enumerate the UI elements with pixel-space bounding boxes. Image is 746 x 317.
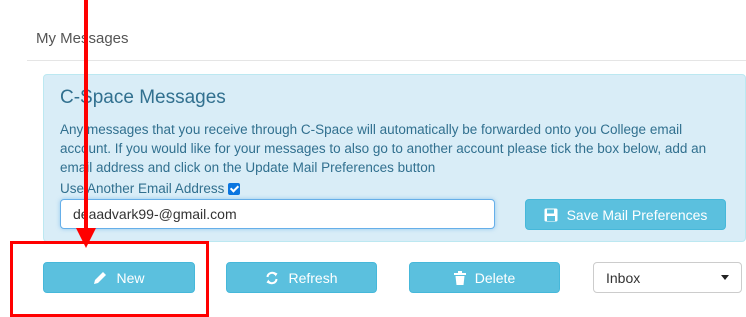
delete-label: Delete [474,269,516,286]
folder-select[interactable]: Inbox [593,262,742,293]
mail-preferences-panel: C-Space Messages Any messages that you r… [43,74,746,242]
refresh-label: Refresh [288,269,338,286]
annotation-highlight-box [10,241,209,317]
trash-icon [453,270,466,285]
another-email-checkbox-label: Use Another Email Address [60,181,225,196]
another-email-checkbox[interactable] [228,182,241,195]
save-mail-preferences-button[interactable]: Save Mail Preferences [525,199,726,230]
another-email-checkbox-row: Use Another Email Address [60,181,241,196]
folder-select-value: Inbox [606,269,641,286]
email-address-input[interactable] [60,199,495,229]
page-title: My Messages [36,30,129,47]
refresh-icon [265,271,279,285]
caret-down-icon [721,275,729,280]
save-mail-preferences-label: Save Mail Preferences [566,206,708,223]
panel-heading: C-Space Messages [60,87,226,108]
refresh-button[interactable]: Refresh [226,262,377,293]
panel-description: Any messages that you receive through C-… [60,122,707,175]
title-divider [27,60,746,61]
floppy-disk-icon [544,208,558,222]
delete-button[interactable]: Delete [409,262,560,293]
